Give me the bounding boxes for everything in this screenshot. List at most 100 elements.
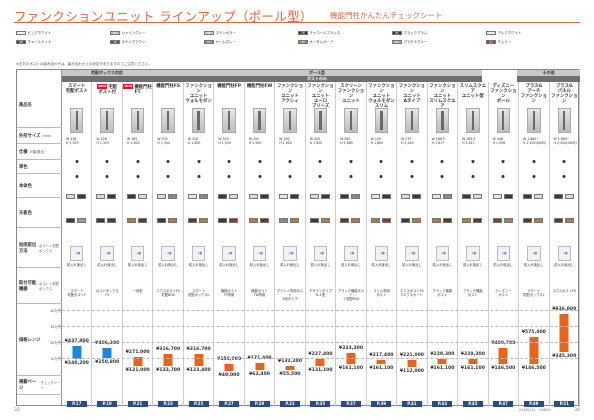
product-size: W 420 H 1,600 <box>309 137 323 145</box>
spec-dot <box>379 160 383 163</box>
legend-item: AW アルミホワイト <box>486 30 521 35</box>
body-color-chip <box>462 194 472 199</box>
page-link[interactable]: P.49 <box>523 401 544 407</box>
product-photo-post <box>471 111 474 130</box>
legend-label: プラチナグレー <box>403 40 428 44</box>
device-caption: アクシィ専用ポスト 3段タイプ <box>276 289 304 301</box>
price-range-bar <box>498 347 508 365</box>
body-color-chip <box>351 194 361 199</box>
legend-label: チェリー <box>497 40 512 44</box>
product-photo <box>70 108 84 133</box>
top-color-chip <box>218 218 228 223</box>
price-range-bar <box>315 359 325 366</box>
spec-dot <box>227 160 231 163</box>
body-color-chip <box>66 194 75 199</box>
body-color-chip <box>248 194 258 199</box>
row-label: 単色 <box>17 160 62 174</box>
axis-tick-label: 40万円 <box>50 309 61 313</box>
product-photo-post <box>227 111 231 130</box>
page-link[interactable]: P.47 <box>493 401 514 407</box>
row-label-text: 掲載ページ <box>19 380 37 391</box>
header-rule <box>14 22 580 23</box>
body-color-chip <box>229 194 239 199</box>
price-range-bar <box>72 345 82 359</box>
price-high: ¥316,700 <box>186 346 211 352</box>
page-link[interactable]: P.45 <box>462 401 483 407</box>
page-link[interactable]: P.25 <box>188 401 209 407</box>
spec-dot <box>136 160 140 163</box>
page-link[interactable]: P.43 <box>432 401 453 407</box>
legend-item: PG プラチナグレー <box>392 39 427 44</box>
page-link[interactable]: P.51 <box>554 401 575 407</box>
page-link[interactable]: P.21 <box>127 401 148 407</box>
product-photo <box>557 108 571 133</box>
top-color-chip <box>351 218 361 223</box>
price-range-bar <box>194 353 204 367</box>
top-color-chip <box>431 218 441 223</box>
price-low: ¥146,500 <box>521 366 546 372</box>
install-caption: 前入れ後出し <box>66 263 87 267</box>
spec-dot <box>318 160 322 163</box>
page-link[interactable]: P.17 <box>66 401 87 407</box>
product-photo-post <box>166 111 170 130</box>
body-color-chip <box>503 194 513 199</box>
price-range-bar <box>529 336 539 365</box>
row-label: 掲載ページ チェックシート <box>17 376 62 395</box>
device-caption: 機能ポスト FW専用 <box>251 289 268 297</box>
arrow-icon: ➜ <box>258 250 264 257</box>
install-illustration: ➜ <box>70 246 84 261</box>
single-color-dot <box>227 175 231 178</box>
product-name-text: スマート 宅配ポスト <box>65 84 88 95</box>
arrow-icon: ➜ <box>562 250 568 257</box>
arrow-icon: ➜ <box>105 250 111 257</box>
device-caption: スマート 宅配ボックスL <box>523 289 545 297</box>
top-color-chip <box>137 218 147 223</box>
product-photo <box>435 108 450 133</box>
install-caption: 前入れ後出し <box>493 263 514 267</box>
page-link[interactable]: P.41 <box>401 401 422 407</box>
top-color-chip <box>126 218 136 223</box>
price-range-bar <box>285 365 295 371</box>
product-photo <box>344 108 358 133</box>
page-link[interactable]: P.37 <box>340 401 361 407</box>
product-name-text: ファンクション ユニット ウォルモダン スリム <box>368 84 395 110</box>
product-photo-post <box>441 111 444 130</box>
product-name: プラスG アーチ ファンクション <box>519 84 548 104</box>
single-color-dot <box>288 175 292 178</box>
arrow-icon: ➜ <box>471 250 477 257</box>
row-label-sub: チェックシート <box>40 381 61 390</box>
price-range-bar <box>559 313 569 352</box>
top-color-chip <box>96 218 106 223</box>
spec-dot <box>258 160 262 163</box>
row-label: 投函取出方法 ポスト / 宅配ボックス <box>17 228 62 268</box>
page-link[interactable]: P.19 <box>97 401 118 407</box>
product-name-text: ファンクション ユニット スリムスクエア <box>429 84 456 110</box>
product-photo-post <box>75 111 78 130</box>
page-link[interactable]: P.31 <box>280 401 301 407</box>
legend-item: BP ブラックプラム <box>392 30 427 35</box>
page-link[interactable]: P.39 <box>371 401 392 407</box>
legend-swatch: WB <box>16 39 26 44</box>
body-color-chip <box>259 194 269 199</box>
install-caption: 前入れ後出し <box>280 263 300 267</box>
page-link[interactable]: P.35 <box>310 401 331 407</box>
row-label-text: 天板色 <box>19 210 32 216</box>
product-name-text: ファンクション ユニット アクシィ <box>276 84 304 105</box>
top-color-chip <box>66 218 75 223</box>
body-color-chip <box>340 194 350 199</box>
product-photo <box>100 108 114 133</box>
legend-item: GX シャイングレー <box>110 30 145 35</box>
page-link[interactable]: P.29 <box>249 401 270 407</box>
product-name: 機能門柱FS <box>153 84 182 89</box>
device-caption: ブラック機能 ポスト <box>432 289 453 297</box>
price-high: ¥316,700 <box>156 346 181 352</box>
product-size: W 186.5 H 1,617 <box>462 137 476 145</box>
install-illustration: ➜ <box>252 246 267 261</box>
page-link[interactable]: P.27 <box>219 401 240 407</box>
product-name-text: スリムスクエア ユニット型 <box>459 84 487 100</box>
product-table: 商品名 外形サイズ (mm) 仕様 戸建/集合 単色 本体色 天板色 投函取出方法 ポスト / 宅… <box>16 69 580 407</box>
install-illustration: ➜ <box>283 246 297 261</box>
price-range-bar <box>163 353 173 366</box>
page-link[interactable]: P.23 <box>158 401 179 407</box>
install-caption: 前入れ後出し <box>158 263 179 267</box>
